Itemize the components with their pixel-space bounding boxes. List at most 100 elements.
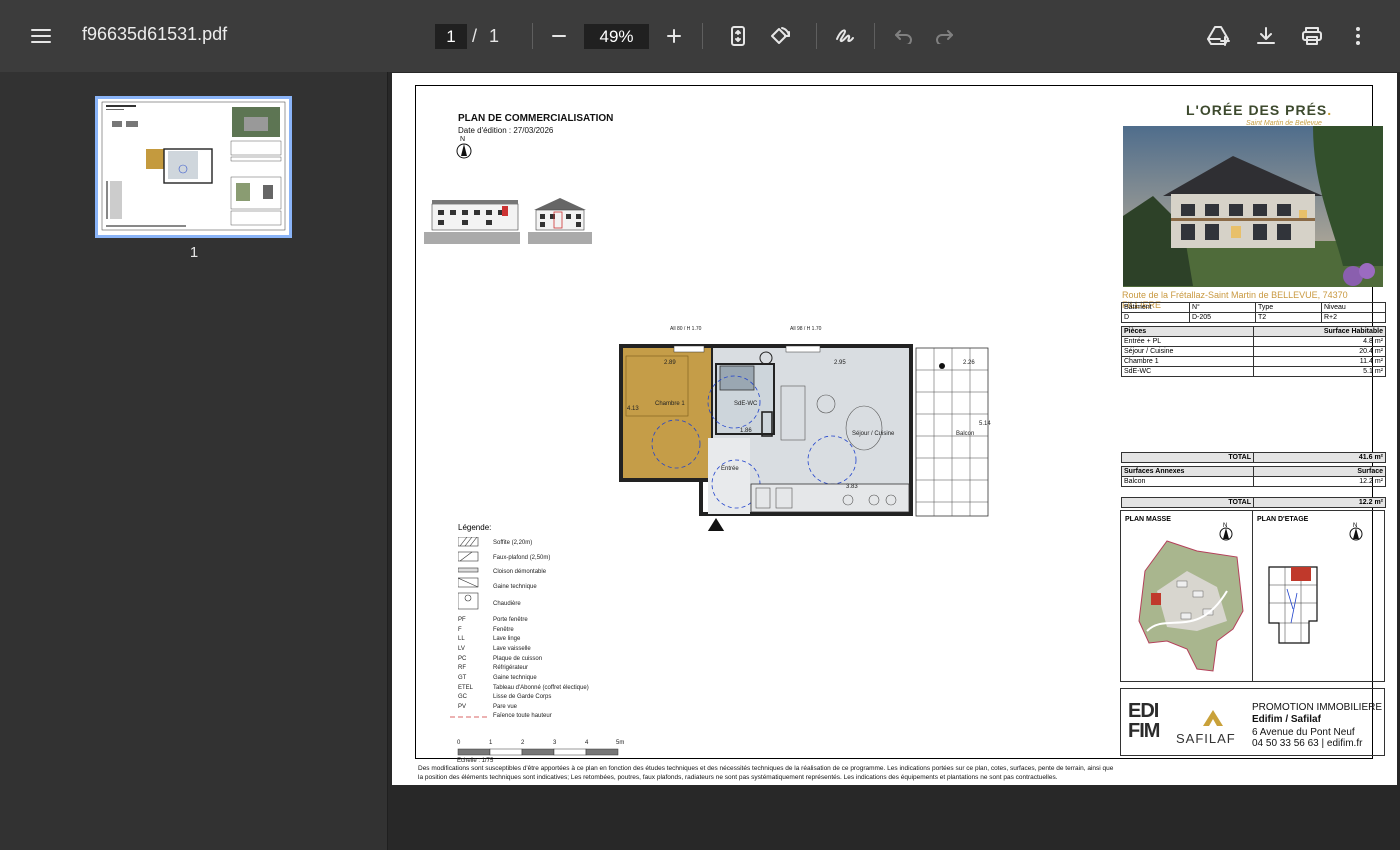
toolbar: f96635d61531.pdf 1 / 1 49% <box>0 0 1400 72</box>
room-label-sde: SdE-WC <box>734 401 758 407</box>
table-cell: SdE-WC <box>1121 366 1254 377</box>
table-row: Balcon 12.2 m² <box>1121 476 1386 487</box>
more-options-button[interactable] <box>1346 22 1370 50</box>
table-row: TOTAL 12.2 m² <box>1121 497 1386 508</box>
scale-tick: 0 <box>457 740 461 746</box>
edition-date: Date d'édition : 27/03/2026 <box>458 126 554 135</box>
menu-button[interactable] <box>26 22 56 50</box>
toolbar-divider <box>874 23 875 49</box>
table-cell: R+2 <box>1321 312 1386 323</box>
legend-text: Faux-plafond (2,50m) <box>493 555 551 561</box>
save-to-drive-button[interactable] <box>1204 22 1234 50</box>
plan-etage-title: PLAN D'ETAGE <box>1257 516 1309 523</box>
zoom-input[interactable]: 49% <box>584 24 649 49</box>
legend-code: RF <box>458 665 466 671</box>
table-cell: D-205 <box>1189 312 1256 323</box>
table-cell: Balcon <box>1121 476 1254 487</box>
table-cell: 20.4 m² <box>1253 346 1386 357</box>
legend-text: Plaque de cuisson <box>493 656 543 662</box>
table-row: TOTAL 41.6 m² <box>1121 452 1386 463</box>
file-title: f96635d61531.pdf <box>82 24 228 44</box>
lot-table: Bâtiment N° Type Niveau D D-205 T2 R+2 <box>1121 302 1386 323</box>
page-number-input[interactable]: 1 <box>435 24 467 49</box>
zoom-in-button[interactable] <box>660 22 688 50</box>
dimension-label: 5.14 <box>979 421 991 427</box>
legend-text: Pare vue <box>493 704 518 710</box>
promoter-line3: 6 Avenue du Pont Neuf <box>1252 727 1355 738</box>
disclaimer: Des modifications sont susceptibles d'êt… <box>418 765 1114 781</box>
table-cell: D <box>1121 312 1190 323</box>
document-viewer[interactable]: PLAN DE COMMERCIALISATION Date d'édition… <box>389 72 1400 850</box>
thumbnail-page-label: 1 <box>189 244 199 261</box>
table-row: Bâtiment N° Type Niveau <box>1121 302 1386 313</box>
undo-button[interactable] <box>890 22 918 50</box>
scale-tick: 2 <box>521 740 525 746</box>
safilaf-logo-icon <box>1203 710 1223 726</box>
download-button[interactable] <box>1252 22 1280 50</box>
table-cell: 12.2 m² <box>1253 476 1386 487</box>
legend-text: Porte fenêtre <box>493 617 528 623</box>
plan-masse-title: PLAN MASSE <box>1125 516 1171 523</box>
table-cell: 5.1 m² <box>1253 366 1386 377</box>
table-row: D D-205 T2 R+2 <box>1121 312 1386 323</box>
brand-name: L'ORÉE DES PRÉS <box>1186 102 1328 118</box>
table-row: Pièces Surface Habitable <box>1121 326 1386 337</box>
dimension-label: 1.86 <box>740 428 752 434</box>
window-label: All 98 / H 1.70 <box>790 326 822 332</box>
fit-to-page-button[interactable] <box>724 22 752 50</box>
legend-faience-line <box>450 716 490 718</box>
table-header: Niveau <box>1321 302 1386 313</box>
table-row: Séjour / Cuisine 20.4 m² <box>1121 346 1386 357</box>
edifim-logo: EDI FIM <box>1128 700 1160 741</box>
printer-icon <box>1302 27 1322 45</box>
thumbnail-sidebar: 1 <box>0 72 388 850</box>
table-cell: T2 <box>1255 312 1322 323</box>
dimension-label: 2.26 <box>963 360 975 366</box>
page-frame: PLAN DE COMMERCIALISATION Date d'édition… <box>415 85 1386 764</box>
table-header: Surfaces Annexes <box>1121 466 1254 477</box>
annotate-button[interactable] <box>830 22 860 50</box>
dimension-label: 3.83 <box>846 484 858 490</box>
print-button[interactable] <box>1298 22 1326 50</box>
promoter-line2: Edifim / Safilaf <box>1252 714 1321 725</box>
room-label-balcon: Balcon <box>956 431 975 437</box>
dimension-label: 4.13 <box>627 406 639 412</box>
promoter-line4: 04 50 33 56 63 | edifim.fr <box>1252 738 1363 749</box>
rotate-icon <box>771 27 790 44</box>
page-thumbnail[interactable] <box>95 96 292 238</box>
zoom-out-button[interactable] <box>545 22 573 50</box>
window-label: All 80 / H 1.70 <box>670 326 702 332</box>
redo-button[interactable] <box>930 22 958 50</box>
brand-logo: L'ORÉE DES PRÉS. <box>1186 102 1332 118</box>
table-header: Bâtiment <box>1121 302 1190 313</box>
pen-scribble-icon <box>836 29 854 43</box>
room-label-entree: Entrée <box>721 466 739 472</box>
more-vert-icon <box>1356 27 1360 45</box>
promoter-line1: PROMOTION IMMOBILIERE <box>1252 702 1383 713</box>
building-photo <box>1123 126 1383 287</box>
total-value: 41.6 m² <box>1253 452 1386 463</box>
table-cell: 4.8 m² <box>1253 336 1386 347</box>
annex-table: Surfaces Annexes Surface Balcon 12.2 m² <box>1121 466 1386 487</box>
room-label-chambre: Chambre 1 <box>655 401 685 407</box>
table-cell: Séjour / Cuisine <box>1121 346 1254 357</box>
table-header: Surface Habitable <box>1253 326 1386 337</box>
plan-title: PLAN DE COMMERCIALISATION <box>458 113 614 124</box>
toolbar-divider <box>702 23 703 49</box>
edifim-logo-top: EDI <box>1128 700 1159 722</box>
page-separator: / <box>472 26 478 46</box>
rotate-button[interactable] <box>765 22 795 50</box>
dimension-label: 2.89 <box>664 360 676 366</box>
room-label-sejour: Séjour / Cuisine <box>852 431 895 437</box>
minus-icon <box>552 35 566 37</box>
legend-code: PF <box>458 617 466 623</box>
redo-icon <box>936 30 953 44</box>
menu-icon <box>31 29 51 43</box>
download-icon <box>1257 27 1275 44</box>
legend-text: Fenêtre <box>493 627 514 633</box>
legend-text: Lave vaisselle <box>493 646 531 652</box>
table-row: SdE-WC 5.1 m² <box>1121 366 1386 377</box>
legend-code: LL <box>458 636 465 642</box>
brand-dot: . <box>1327 102 1333 118</box>
north-arrow-icon <box>456 143 472 159</box>
